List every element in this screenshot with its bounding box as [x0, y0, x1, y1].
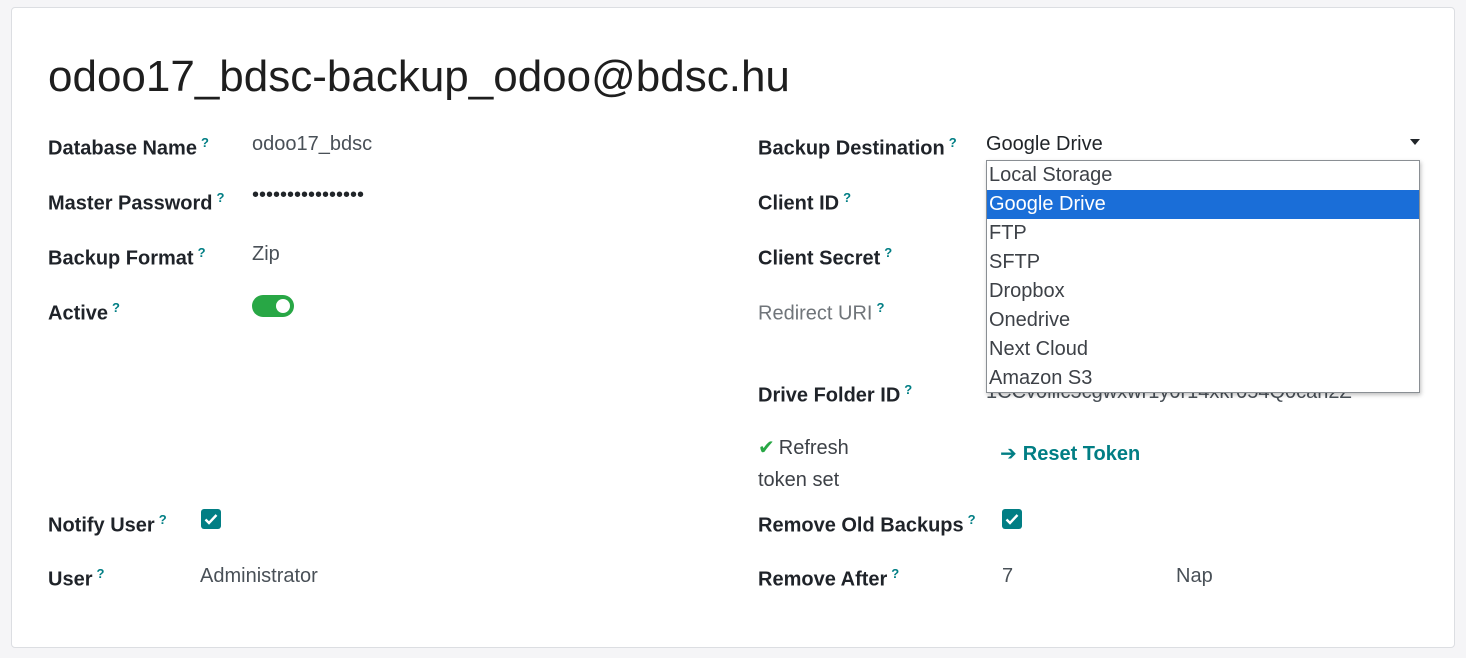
- client-id-label: Client ID?: [758, 190, 852, 215]
- help-icon[interactable]: ?: [876, 300, 884, 315]
- active-toggle[interactable]: [252, 295, 294, 317]
- dropdown-option-selected[interactable]: Google Drive: [987, 190, 1419, 219]
- notify-user-label: Notify User?: [48, 512, 167, 537]
- help-icon[interactable]: ?: [904, 382, 912, 397]
- dropdown-option[interactable]: Amazon S3: [987, 364, 1419, 393]
- help-icon[interactable]: ?: [217, 190, 225, 205]
- backup-format-label: Backup Format?: [48, 245, 206, 270]
- master-password-field[interactable]: ••••••••••••••••: [252, 184, 364, 207]
- help-icon[interactable]: ?: [112, 300, 120, 315]
- check-icon: [204, 514, 218, 525]
- help-icon[interactable]: ?: [891, 566, 899, 581]
- remove-old-backups-checkbox[interactable]: [1002, 509, 1022, 529]
- user-field[interactable]: Administrator: [200, 562, 318, 590]
- database-name-field[interactable]: odoo17_bdsc: [252, 130, 372, 158]
- dropdown-option[interactable]: SFTP: [987, 248, 1419, 277]
- backup-format-field[interactable]: Zip: [252, 240, 280, 268]
- remove-old-backups-label: Remove Old Backups?: [758, 512, 976, 537]
- help-icon[interactable]: ?: [96, 566, 104, 581]
- active-label: Active?: [48, 300, 120, 325]
- remove-after-unit: Nap: [1176, 565, 1213, 587]
- notify-user-checkbox[interactable]: [201, 509, 221, 529]
- drive-folder-id-label: Drive Folder ID?: [758, 382, 913, 407]
- help-icon[interactable]: ?: [949, 135, 957, 150]
- database-name-label: Database Name?: [48, 135, 209, 160]
- help-icon[interactable]: ?: [201, 135, 209, 150]
- check-icon: ✔: [758, 437, 775, 459]
- backup-destination-select[interactable]: Google Drive: [986, 130, 1103, 158]
- dropdown-option[interactable]: Next Cloud: [987, 335, 1419, 364]
- refresh-token-status: ✔ Refresh token set: [758, 437, 849, 491]
- help-icon[interactable]: ?: [884, 245, 892, 260]
- dropdown-option[interactable]: Onedrive: [987, 306, 1419, 335]
- help-icon[interactable]: ?: [198, 245, 206, 260]
- help-icon[interactable]: ?: [843, 190, 851, 205]
- toggle-knob: [276, 299, 290, 313]
- reset-token-button[interactable]: ➔ Reset Token: [1000, 440, 1140, 468]
- user-label: User?: [48, 566, 105, 591]
- dropdown-option[interactable]: FTP: [987, 219, 1419, 248]
- help-icon[interactable]: ?: [159, 512, 167, 527]
- backup-destination-dropdown[interactable]: Local Storage Google Drive FTP SFTP Drop…: [986, 160, 1420, 393]
- backup-destination-label: Backup Destination?: [758, 135, 957, 160]
- caret-down-icon[interactable]: [1410, 139, 1420, 145]
- arrow-right-icon: ➔: [1000, 443, 1017, 465]
- master-password-label: Master Password?: [48, 190, 225, 215]
- client-secret-label: Client Secret?: [758, 245, 893, 270]
- check-icon: [1005, 514, 1019, 525]
- remove-after-label: Remove After?: [758, 566, 900, 591]
- dropdown-option[interactable]: Dropbox: [987, 277, 1419, 306]
- help-icon[interactable]: ?: [968, 512, 976, 527]
- record-title[interactable]: odoo17_bdsc-backup_odoo@bdsc.hu: [48, 50, 790, 104]
- redirect-uri-label: Redirect URI?: [758, 300, 885, 325]
- remove-after-field[interactable]: 7: [1002, 562, 1013, 590]
- dropdown-option[interactable]: Local Storage: [987, 161, 1419, 190]
